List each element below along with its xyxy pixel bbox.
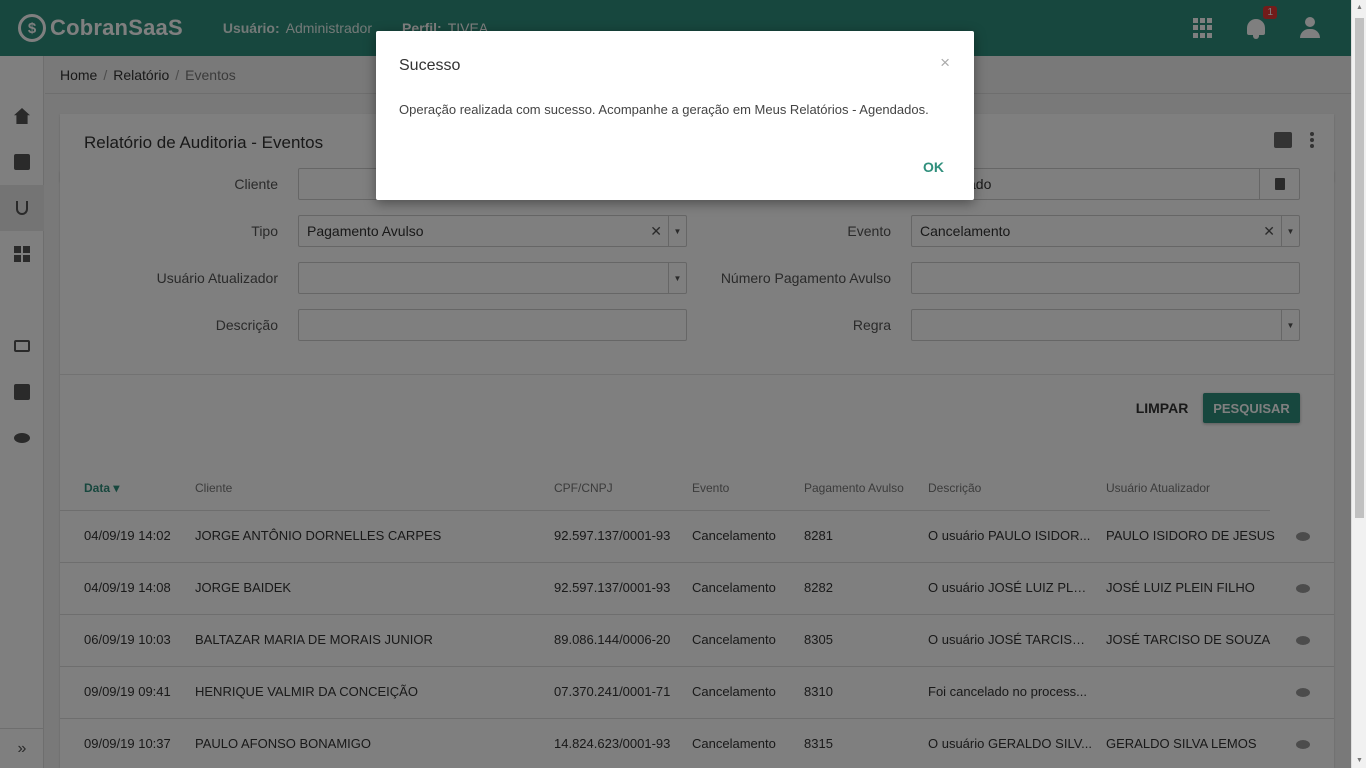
scrollbar-thumb[interactable] [1355,18,1364,518]
scroll-up-icon[interactable]: ▲ [1356,4,1363,11]
close-icon[interactable]: × [940,53,950,73]
success-dialog: Sucesso × Operação realizada com sucesso… [376,31,974,200]
ok-button[interactable]: OK [923,159,944,175]
dialog-title: Sucesso [399,57,461,74]
scroll-down-icon[interactable]: ▼ [1356,757,1363,764]
dialog-message: Operação realizada com sucesso. Acompanh… [399,102,929,117]
page-scrollbar[interactable]: ▲ ▼ [1351,0,1366,768]
